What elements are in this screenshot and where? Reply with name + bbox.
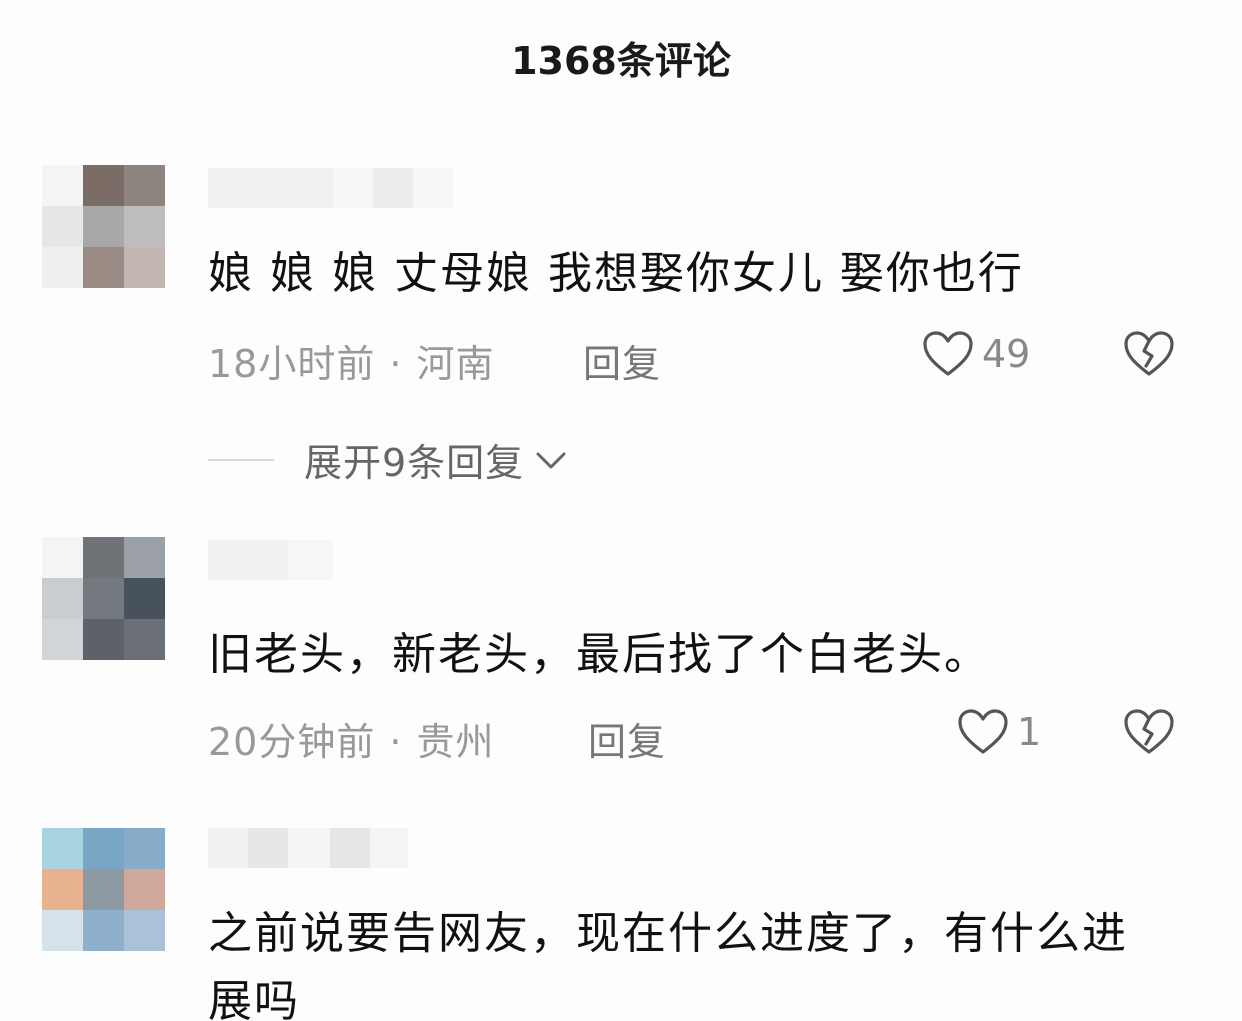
avatar[interactable] [42, 165, 166, 289]
comment-time: 20分钟前 [208, 720, 376, 764]
reply-button[interactable]: 回复 [588, 711, 666, 766]
comment-text: 娘 娘 娘 丈母娘 我想娶你女儿 娶你也行 [208, 248, 1024, 299]
broken-heart-icon [1124, 331, 1174, 376]
username-blurred[interactable] [208, 540, 333, 580]
reply-button[interactable]: 回复 [583, 333, 661, 388]
like-count: 49 [982, 332, 1031, 376]
expand-replies-button[interactable]: 展开9条回复 [208, 432, 568, 487]
comment-location: 贵州 [416, 720, 495, 764]
avatar[interactable] [42, 828, 166, 952]
username-blurred[interactable] [208, 168, 453, 208]
comment-location: 河南 [416, 342, 495, 386]
chevron-down-icon [536, 452, 566, 468]
like-count: 1 [1017, 710, 1042, 754]
like-button[interactable]: 49 [922, 330, 1030, 378]
comment-text: 之前说要告网友，现在什么进度了，有什么进展吗 [208, 908, 1128, 1021]
username-blurred[interactable] [208, 828, 408, 868]
avatar[interactable] [42, 537, 166, 661]
dislike-button[interactable] [1123, 330, 1175, 378]
comment-text: 旧老头，新老头，最后找了个白老头。 [208, 629, 990, 680]
heart-outline-icon [958, 709, 1008, 754]
comment-meta: 18小时前 · 河南 [208, 342, 495, 386]
expand-replies-label: 展开9条回复 [304, 441, 525, 485]
comment-count-title: 1368条评论 [511, 39, 731, 83]
broken-heart-icon [1124, 709, 1174, 754]
heart-outline-icon [923, 331, 973, 376]
comment-sheet: 1368条评论 娘 娘 娘 丈母娘 我想娶你女儿 娶你也行 18小时前 · 河南 回… [0, 0, 1242, 1021]
comment-meta: 20分钟前 · 贵州 [208, 720, 495, 764]
dislike-button[interactable] [1123, 708, 1175, 756]
like-button[interactable]: 1 [957, 708, 1041, 756]
divider-line [208, 458, 274, 461]
comment-time: 18小时前 [208, 342, 376, 386]
